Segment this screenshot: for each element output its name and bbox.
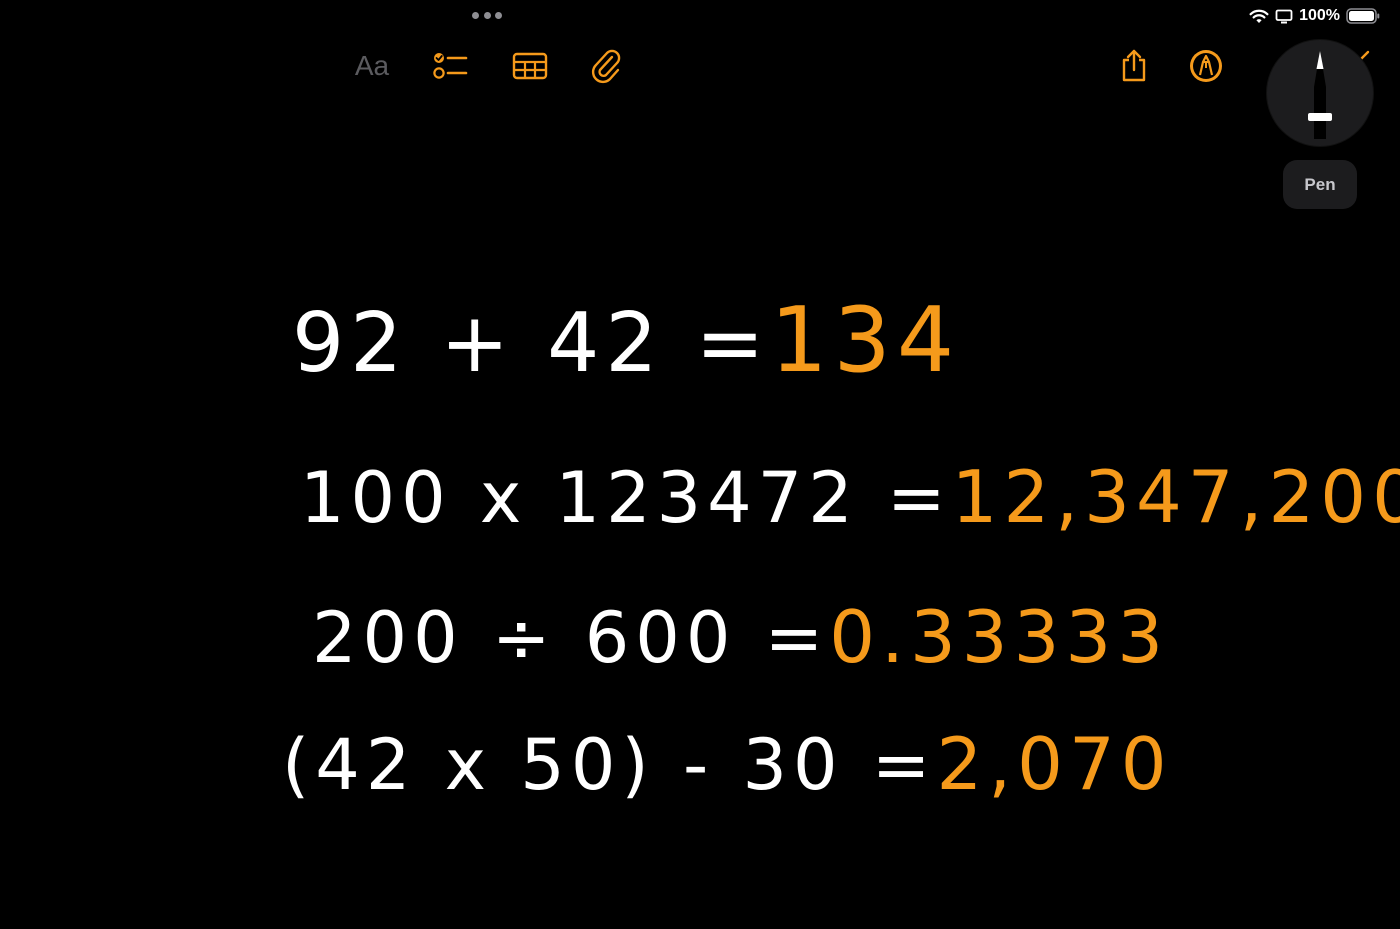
equation-result: 12,347,200	[951, 455, 1400, 539]
attachment-button[interactable]	[588, 46, 624, 86]
equation-line-1: 92 + 42 =134	[292, 288, 960, 393]
equation-line-2: 100 x 123472 =12,347,200	[300, 455, 1400, 539]
equation-expression: 100 x 123472 =	[300, 457, 952, 539]
markup-icon	[1190, 50, 1222, 82]
equation-line-3: 200 ÷ 600 =0.33333	[312, 595, 1169, 679]
format-text-label: Aa	[354, 50, 390, 81]
dot-icon	[472, 11, 479, 19]
display-icon	[1275, 9, 1293, 23]
share-icon	[1122, 49, 1146, 82]
equation-expression: (42 x 50) - 30 =	[282, 724, 937, 806]
table-button[interactable]	[510, 48, 550, 84]
checklist-button[interactable]	[430, 48, 470, 84]
status-bar: 100%	[1249, 5, 1380, 27]
pen-tool-label: Pen	[1283, 160, 1357, 209]
dot-icon	[483, 11, 491, 19]
pen-tool-text: Pen	[1304, 174, 1336, 194]
wifi-icon	[1249, 9, 1269, 23]
format-text-button[interactable]: Aa	[350, 48, 394, 84]
equation-expression: 92 + 42 =	[292, 296, 771, 391]
notes-screen: 100% Aa Pen 92 + 42 =134 100 x 123472 =1…	[0, 0, 1400, 929]
equation-line-4: (42 x 50) - 30 =2,070	[282, 722, 1173, 806]
checklist-icon	[433, 53, 468, 79]
dot-icon	[495, 11, 502, 19]
battery-percent: 100%	[1299, 7, 1340, 24]
share-button[interactable]	[1114, 46, 1154, 86]
equation-result: 2,070	[936, 722, 1173, 806]
equation-result: 0.33333	[829, 595, 1170, 679]
attachment-icon	[591, 49, 621, 84]
equation-result: 134	[770, 288, 961, 393]
markup-button[interactable]	[1186, 46, 1226, 86]
pen-icon	[1308, 51, 1332, 139]
battery-icon	[1346, 8, 1380, 24]
pen-tool-button[interactable]	[1267, 40, 1373, 146]
equation-expression: 200 ÷ 600 =	[312, 597, 830, 679]
multitasking-handle[interactable]	[472, 10, 502, 20]
table-icon	[512, 52, 548, 80]
